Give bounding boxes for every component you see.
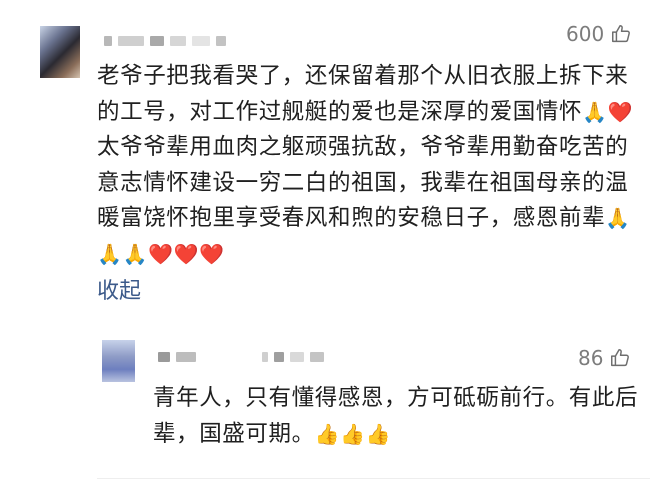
reply-text: 青年人，只有懂得感恩，方可砥砺前行。有此后辈，国盛可期。👍👍👍 xyxy=(153,380,643,452)
avatar[interactable] xyxy=(40,26,80,78)
reply-avatar[interactable] xyxy=(102,340,135,382)
reply-like-count: 86 xyxy=(578,346,604,370)
thumbs-up-icon xyxy=(612,25,631,43)
comment-text: 老爷子把我看哭了，还保留着那个从旧衣服上拆下来的工号，对工作过舰艇的爱也是深厚的… xyxy=(97,59,637,273)
like-button[interactable]: 600 xyxy=(566,22,632,46)
reply-target-redacted[interactable] xyxy=(262,352,324,362)
reply-like-button[interactable]: 86 xyxy=(578,346,631,370)
reply-text-body: 青年人，只有懂得感恩，方可砥砺前行。有此后辈，国盛可期。 xyxy=(153,385,639,447)
collapse-link[interactable]: 收起 xyxy=(97,273,141,305)
divider xyxy=(97,478,650,479)
like-count: 600 xyxy=(566,22,605,46)
pray-heart-emoji: 🙏❤️ xyxy=(582,99,634,124)
username-redacted[interactable] xyxy=(104,36,226,46)
comment-text-main: 老爷子把我看哭了，还保留着那个从旧衣服上拆下来的工号，对工作过舰艇的爱也是深厚的… xyxy=(97,63,629,125)
thumbs-up-icon xyxy=(611,349,630,367)
reply-username-redacted[interactable] xyxy=(158,352,196,362)
comment-text-mid: 太爷爷辈用血肉之躯顽强抗敌，爷爷辈用勤奋吃苦的意志情怀建设一穷二白的祖国，我辈在… xyxy=(97,134,629,232)
thumbs-up-emojis: 👍👍👍 xyxy=(314,422,392,446)
